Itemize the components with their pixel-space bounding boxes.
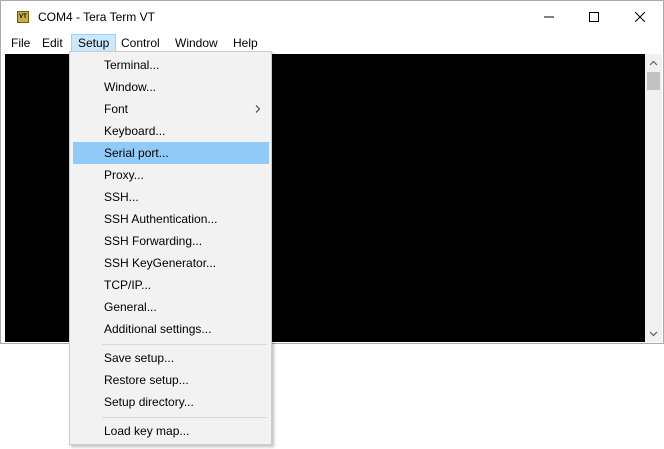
minimize-icon <box>544 16 554 18</box>
maximize-icon <box>589 12 599 22</box>
scroll-down-icon[interactable] <box>645 325 662 342</box>
menu-window[interactable]: Window <box>169 34 224 52</box>
menu-item-ssh-keygenerator[interactable]: SSH KeyGenerator... <box>73 252 269 274</box>
close-button[interactable] <box>617 1 663 33</box>
menu-item-load-key-map[interactable]: Load key map... <box>73 420 269 442</box>
menu-control[interactable]: Control <box>115 34 166 52</box>
menu-bar: File Edit Setup Control Window Help <box>1 33 663 53</box>
menu-item-ssh[interactable]: SSH... <box>73 186 269 208</box>
menu-item-font-label: Font <box>104 102 129 116</box>
title-bar[interactable]: VT COM4 - Tera Term VT <box>1 1 663 33</box>
vertical-scrollbar[interactable] <box>645 54 662 342</box>
setup-dropdown-menu: Terminal... Window... Font Keyboard... S… <box>69 51 272 445</box>
scrollbar-thumb[interactable] <box>647 72 660 90</box>
menu-edit[interactable]: Edit <box>36 34 69 52</box>
menu-setup[interactable]: Setup <box>71 34 117 52</box>
menu-item-save-setup[interactable]: Save setup... <box>73 347 269 369</box>
menu-help[interactable]: Help <box>227 34 264 52</box>
menu-item-restore-setup[interactable]: Restore setup... <box>73 369 269 391</box>
minimize-button[interactable] <box>526 1 572 33</box>
menu-item-window[interactable]: Window... <box>73 76 269 98</box>
window-title: COM4 - Tera Term VT <box>38 10 155 24</box>
menu-item-ssh-forwarding[interactable]: SSH Forwarding... <box>73 230 269 252</box>
menu-separator <box>102 417 267 418</box>
menu-file[interactable]: File <box>5 34 36 52</box>
maximize-button[interactable] <box>571 1 617 33</box>
menu-item-keyboard[interactable]: Keyboard... <box>73 120 269 142</box>
menu-item-proxy[interactable]: Proxy... <box>73 164 269 186</box>
vt-app-icon[interactable]: VT <box>17 11 29 23</box>
scroll-up-icon[interactable] <box>645 54 662 71</box>
menu-item-font[interactable]: Font <box>73 98 269 120</box>
menu-item-general[interactable]: General... <box>73 296 269 318</box>
menu-item-tcpip[interactable]: TCP/IP... <box>73 274 269 296</box>
menu-item-additional-settings[interactable]: Additional settings... <box>73 318 269 340</box>
menu-item-ssh-authentication[interactable]: SSH Authentication... <box>73 208 269 230</box>
close-icon <box>635 12 645 22</box>
menu-item-setup-directory[interactable]: Setup directory... <box>73 391 269 413</box>
menu-item-terminal[interactable]: Terminal... <box>73 54 269 76</box>
menu-separator <box>102 344 267 345</box>
menu-item-serial-port[interactable]: Serial port... <box>73 142 269 164</box>
